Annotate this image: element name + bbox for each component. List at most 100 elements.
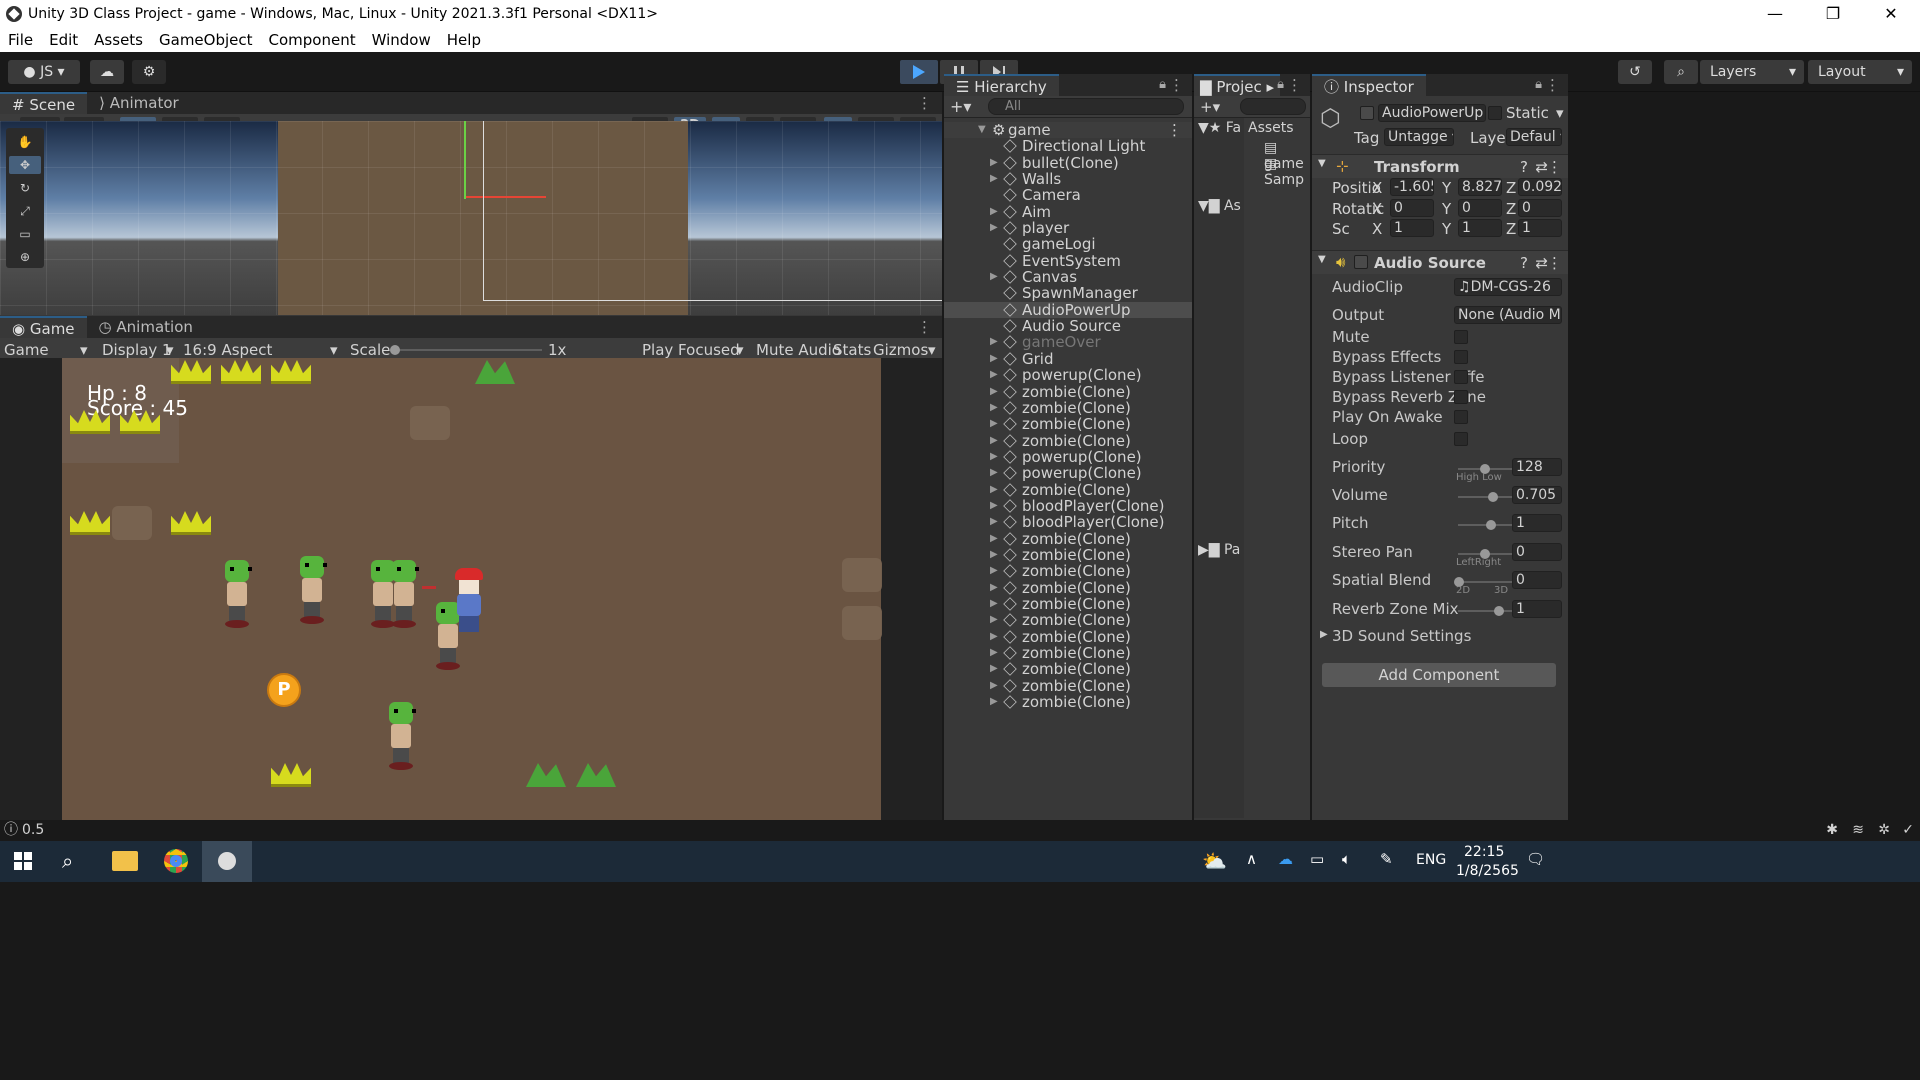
expand-arrow-icon[interactable]: ▶: [990, 563, 998, 579]
maximize-button[interactable]: ❐: [1804, 0, 1862, 28]
play-button[interactable]: [900, 60, 938, 84]
hierarchy-item[interactable]: ▶ zombie(Clone): [944, 661, 1192, 677]
gizmo-x-axis[interactable]: [466, 196, 546, 198]
hierarchy-item[interactable]: ▶ zombie(Clone): [944, 629, 1192, 645]
scale-x-input[interactable]: 1: [1390, 219, 1434, 237]
3d-sound-settings-foldout[interactable]: ▶ 3D Sound Settings: [1312, 627, 1568, 647]
kebab-menu-icon[interactable]: ⋮: [1287, 76, 1302, 94]
lock-icon[interactable]: 🔒︎: [1535, 77, 1542, 92]
expand-arrow-icon[interactable]: ▶: [990, 498, 998, 514]
asset-sample[interactable]: ▤ Samp: [1264, 156, 1310, 188]
hierarchy-item[interactable]: ▶ zombie(Clone): [944, 612, 1192, 628]
volume-input[interactable]: 0.705: [1512, 486, 1562, 504]
position-y-input[interactable]: 8.8272: [1458, 178, 1502, 196]
tab-game[interactable]: ◉ Game: [0, 316, 87, 338]
tab-animation[interactable]: ◷ Animation: [87, 316, 205, 338]
kebab-menu-icon[interactable]: ⋮: [1545, 76, 1560, 94]
collab-icon[interactable]: ⚙: [132, 60, 166, 84]
favorites-item[interactable]: ▼★ Fa: [1198, 120, 1241, 136]
clock-time[interactable]: 22:15: [1464, 844, 1504, 860]
play-on-awake-checkbox[interactable]: [1454, 410, 1468, 424]
kebab-menu-icon[interactable]: ⋮: [1547, 254, 1562, 272]
expand-arrow-icon[interactable]: ▶: [990, 204, 998, 220]
hierarchy-item[interactable]: ▶ zombie(Clone): [944, 433, 1192, 449]
notifications-icon[interactable]: 🗨︎: [1526, 850, 1545, 868]
stereo-pan-input[interactable]: 0: [1512, 543, 1562, 561]
menu-help[interactable]: Help: [439, 31, 489, 49]
packages-item[interactable]: ▶▇ Pa: [1198, 542, 1240, 558]
menu-file[interactable]: File: [0, 31, 41, 49]
hierarchy-item[interactable]: Directional Light: [944, 138, 1192, 154]
add-component-button[interactable]: Add Component: [1322, 663, 1556, 687]
hierarchy-item[interactable]: ▶ zombie(Clone): [944, 694, 1192, 710]
tab-inspector[interactable]: ⓘ Inspector: [1312, 74, 1426, 96]
expand-arrow-icon[interactable]: ▶: [990, 694, 998, 710]
kebab-menu-icon[interactable]: ⋮: [917, 318, 932, 336]
expand-arrow-icon[interactable]: ▶: [990, 416, 998, 432]
expand-arrow-icon[interactable]: ▶: [990, 661, 998, 677]
tab-hierarchy[interactable]: ☰ Hierarchy: [944, 74, 1059, 96]
layer-dropdown[interactable]: Defaul ▾: [1506, 128, 1562, 146]
rotate-tool-icon[interactable]: ↻: [9, 179, 41, 197]
start-button[interactable]: [14, 852, 32, 870]
layers-stack-icon[interactable]: ≋: [1852, 820, 1864, 841]
search-icon[interactable]: ⌕: [1664, 60, 1698, 84]
play-focused-dropdown[interactable]: Play Focused: [642, 341, 740, 359]
expand-arrow-icon[interactable]: ▶: [990, 547, 998, 563]
hierarchy-item[interactable]: ▶ zombie(Clone): [944, 678, 1192, 694]
aspect-dropdown[interactable]: 16:9 Aspect: [183, 341, 272, 359]
scene-root[interactable]: ▼ ⚙ game ⋮: [944, 122, 1192, 139]
scale-z-input[interactable]: 1: [1518, 219, 1562, 237]
hierarchy-item[interactable]: ▶ bloodPlayer(Clone): [944, 498, 1192, 514]
layers-dropdown[interactable]: Layers ▾: [1700, 60, 1804, 84]
hierarchy-item[interactable]: ▶ player: [944, 220, 1192, 236]
hierarchy-item[interactable]: ▶ zombie(Clone): [944, 547, 1192, 563]
history-icon[interactable]: ↺: [1618, 60, 1652, 84]
bypass-effects-checkbox[interactable]: [1454, 350, 1468, 364]
chevron-up-icon[interactable]: ∧: [1246, 850, 1257, 868]
spatial-blend-input[interactable]: 0: [1512, 571, 1562, 589]
hierarchy-item[interactable]: ▶ gameOver: [944, 334, 1192, 350]
hierarchy-item[interactable]: EventSystem: [944, 253, 1192, 269]
search-icon[interactable]: ⌕: [62, 849, 73, 873]
lock-icon[interactable]: 🔒︎: [1277, 77, 1284, 92]
expand-arrow-icon[interactable]: ▶: [990, 678, 998, 694]
menu-assets[interactable]: Assets: [86, 31, 151, 49]
hierarchy-item[interactable]: ▶ zombie(Clone): [944, 563, 1192, 579]
minimize-button[interactable]: —: [1746, 0, 1804, 28]
move-tool-icon[interactable]: ✥: [9, 156, 41, 174]
assets-item[interactable]: ▼▇ As: [1198, 198, 1241, 214]
gizmo-y-axis[interactable]: [464, 121, 466, 199]
hierarchy-item[interactable]: Audio Source: [944, 318, 1192, 334]
unity-taskbar-item[interactable]: [202, 841, 252, 882]
transform-header[interactable]: ▼ ⊹ Transform ? ⇄ ⋮: [1312, 154, 1568, 178]
expand-arrow-icon[interactable]: ▶: [990, 596, 998, 612]
pitch-slider[interactable]: [1458, 520, 1512, 530]
kebab-menu-icon[interactable]: ⋮: [1169, 76, 1184, 94]
pen-icon[interactable]: ✎: [1380, 850, 1393, 868]
output-field[interactable]: None (Audio M: [1454, 306, 1562, 324]
hand-tool-icon[interactable]: ✋: [9, 133, 41, 151]
expand-arrow-icon[interactable]: ▶: [990, 220, 998, 236]
hierarchy-item[interactable]: gameLogi: [944, 236, 1192, 252]
menu-window[interactable]: Window: [364, 31, 439, 49]
chrome-icon[interactable]: [164, 849, 188, 873]
rotation-x-input[interactable]: 0: [1390, 199, 1434, 217]
hierarchy-item[interactable]: ▶ zombie(Clone): [944, 531, 1192, 547]
loop-checkbox[interactable]: [1454, 432, 1468, 446]
stereo-pan-slider[interactable]: [1458, 549, 1512, 559]
hierarchy-item[interactable]: Camera: [944, 187, 1192, 203]
game-mode-dropdown[interactable]: Game: [4, 341, 49, 359]
hierarchy-item[interactable]: ▶ zombie(Clone): [944, 645, 1192, 661]
object-name-input[interactable]: AudioPowerUp: [1378, 104, 1486, 122]
expand-arrow-icon[interactable]: ▶: [990, 612, 998, 628]
hierarchy-item[interactable]: ▶ bloodPlayer(Clone): [944, 514, 1192, 530]
onedrive-icon[interactable]: ☁: [1278, 850, 1293, 868]
menu-gameobject[interactable]: GameObject: [151, 31, 261, 49]
hierarchy-item[interactable]: ▶ zombie(Clone): [944, 416, 1192, 432]
hierarchy-item[interactable]: ▶ zombie(Clone): [944, 580, 1192, 596]
active-checkbox[interactable]: [1360, 106, 1374, 120]
expand-arrow-icon[interactable]: ▶: [990, 531, 998, 547]
priority-slider[interactable]: [1458, 464, 1512, 474]
cloud-icon[interactable]: ☁: [90, 60, 124, 84]
